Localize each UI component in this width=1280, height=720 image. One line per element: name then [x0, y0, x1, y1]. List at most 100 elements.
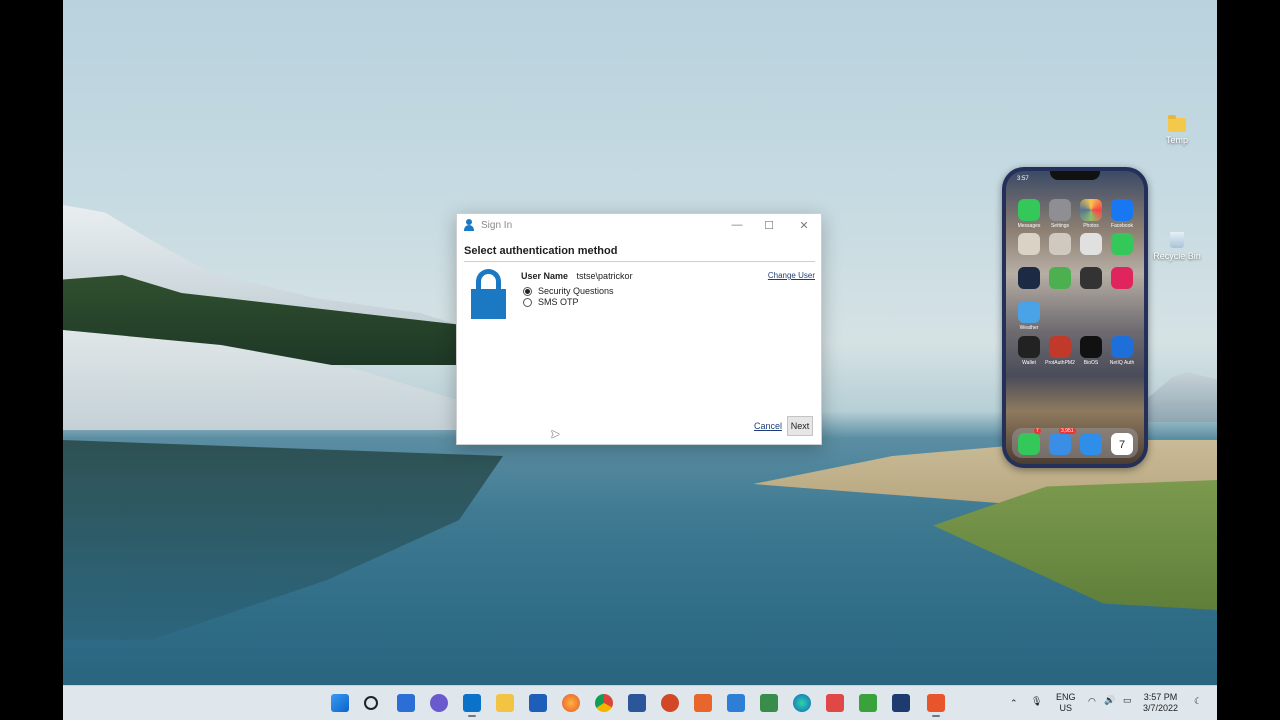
- chrome-icon[interactable]: [595, 694, 613, 712]
- remote-desktop-icon[interactable]: [760, 694, 778, 712]
- wallpaper-reflection: [63, 440, 503, 640]
- radio-security-questions[interactable]: [523, 286, 532, 296]
- powerpoint-icon[interactable]: [661, 694, 679, 712]
- weather-icon[interactable]: [1018, 301, 1040, 323]
- vpn-icon[interactable]: [892, 694, 910, 712]
- folder-icon: [1168, 115, 1186, 132]
- bioos-icon[interactable]: [1080, 336, 1102, 358]
- battery-icon[interactable]: ▭: [1123, 695, 1132, 706]
- app-s-orange-icon[interactable]: [694, 694, 712, 712]
- wallet-icon[interactable]: [1018, 336, 1040, 358]
- phone-badge: 7: [1034, 428, 1041, 434]
- phone-icon[interactable]: [1018, 433, 1040, 455]
- app-label: Facebook: [1111, 223, 1133, 229]
- messages-icon[interactable]: [1018, 199, 1040, 221]
- dialog-titlebar[interactable]: Sign In — ☐ ✕: [457, 214, 821, 236]
- maps-icon[interactable]: [1049, 267, 1071, 289]
- app-s-blue-icon[interactable]: [727, 694, 745, 712]
- user-name-value: tstse\patrickor: [576, 271, 633, 281]
- language-top: ENG: [1056, 692, 1076, 702]
- close-button[interactable]: ✕: [794, 217, 814, 233]
- recycle-bin-icon: [1170, 232, 1184, 248]
- chevron-up-icon[interactable]: ⌃: [1010, 698, 1018, 709]
- maximize-button[interactable]: ☐: [759, 217, 779, 233]
- app-label: Weather: [1019, 325, 1039, 331]
- phone-notch: [1050, 171, 1100, 180]
- store-icon[interactable]: [529, 694, 547, 712]
- app-label: ProtAuthPM2: [1045, 360, 1075, 366]
- app-label: NetIQ Auth: [1109, 360, 1135, 366]
- chat-icon[interactable]: [430, 694, 448, 712]
- desktop-icon-recycle-bin[interactable]: Recycle Bin: [1147, 232, 1207, 261]
- user-icon: [463, 219, 475, 231]
- calendar-widget-icon[interactable]: [1049, 233, 1071, 255]
- app-label: Messages: [1017, 223, 1041, 229]
- mouse-cursor-icon: ➤: [550, 427, 561, 441]
- firefox-icon[interactable]: [562, 694, 580, 712]
- user-name-row: User Name tstse\patrickor: [521, 271, 633, 281]
- change-user-link[interactable]: Change User: [768, 271, 815, 280]
- phone-time: 3:57: [1017, 176, 1029, 182]
- camtasia-icon[interactable]: [927, 694, 945, 717]
- facetime-icon[interactable]: [1111, 233, 1133, 255]
- clock-time: 3:57 PM: [1143, 692, 1178, 702]
- app-label: Wallet: [1022, 360, 1036, 366]
- safari-icon[interactable]: [1080, 433, 1102, 455]
- settings-icon[interactable]: [1049, 199, 1071, 221]
- next-button[interactable]: Next: [787, 416, 813, 436]
- desktop: Temp Recycle Bin Sign In — ☐ ✕ Select au…: [63, 0, 1217, 720]
- facebook-icon[interactable]: [1111, 199, 1133, 221]
- photos-icon[interactable]: [1080, 199, 1102, 221]
- fingerprint-icon[interactable]: [1111, 336, 1133, 358]
- app-label: Settings: [1050, 223, 1070, 229]
- divider: [464, 261, 815, 262]
- app-label: BioOS: [1083, 360, 1099, 366]
- clock[interactable]: 3:57 PM 3/7/2022: [1143, 692, 1178, 714]
- option-label: Security Questions: [538, 286, 614, 296]
- desktop-icon-temp[interactable]: Temp: [1147, 115, 1207, 145]
- microphone-icon[interactable]: 🎙: [1031, 696, 1042, 707]
- app-label: Photos: [1083, 223, 1099, 229]
- mail-icon[interactable]: [1049, 433, 1071, 455]
- cancel-button[interactable]: Cancel: [754, 421, 782, 431]
- volume-icon[interactable]: 🔊: [1104, 695, 1115, 706]
- app-c-green-icon[interactable]: [859, 694, 877, 712]
- wifi-icon[interactable]: ◠: [1088, 696, 1096, 707]
- search-icon[interactable]: [364, 696, 378, 710]
- pingid-icon[interactable]: [1018, 267, 1040, 289]
- start-icon[interactable]: [331, 694, 349, 712]
- desktop-icon-label: Temp: [1165, 135, 1188, 145]
- calendar-icon[interactable]: 7: [1111, 433, 1133, 455]
- app-icon[interactable]: [1111, 267, 1133, 289]
- option-security-questions[interactable]: Security Questions: [523, 286, 614, 296]
- edge-icon[interactable]: [793, 694, 811, 712]
- taskbar: ⌃ 🎙 ENG US ◠ 🔊 ▭ 3:57 PM 3/7/2022 ☾: [63, 685, 1217, 720]
- camera-icon[interactable]: [1018, 233, 1040, 255]
- word-icon[interactable]: [628, 694, 646, 712]
- radio-sms-otp[interactable]: [523, 297, 532, 307]
- app-icon[interactable]: [1080, 267, 1102, 289]
- phone-mirror: 3:57 Messages Settings Photos Facebook W…: [1002, 167, 1148, 468]
- user-name-label: User Name: [521, 271, 569, 281]
- minimize-button[interactable]: —: [727, 217, 747, 233]
- clock-date: 3/7/2022: [1143, 703, 1179, 713]
- desktop-icon-label: Recycle Bin: [1153, 251, 1201, 261]
- option-label: SMS OTP: [538, 297, 579, 307]
- lock-icon: [471, 269, 506, 319]
- app-red-icon[interactable]: [826, 694, 844, 712]
- dialog-title: Sign In: [481, 219, 513, 231]
- file-explorer-icon[interactable]: [496, 694, 514, 712]
- task-view-icon[interactable]: [397, 694, 415, 712]
- option-sms-otp[interactable]: SMS OTP: [523, 297, 579, 307]
- outlook-icon[interactable]: [463, 694, 481, 717]
- mail-badge: 3,951: [1059, 428, 1076, 434]
- language-indicator[interactable]: ENG US: [1056, 692, 1076, 714]
- sign-in-dialog: Sign In — ☐ ✕ Select authentication meth…: [456, 213, 822, 445]
- language-bottom: US: [1059, 703, 1073, 713]
- notes-icon[interactable]: [1080, 233, 1102, 255]
- phone-screen[interactable]: 3:57 Messages Settings Photos Facebook W…: [1006, 171, 1144, 464]
- wallpaper-right-mountain: [1143, 372, 1217, 422]
- moon-icon[interactable]: ☾: [1194, 696, 1202, 707]
- protauth-icon[interactable]: [1049, 336, 1071, 358]
- dialog-heading: Select authentication method: [464, 245, 618, 257]
